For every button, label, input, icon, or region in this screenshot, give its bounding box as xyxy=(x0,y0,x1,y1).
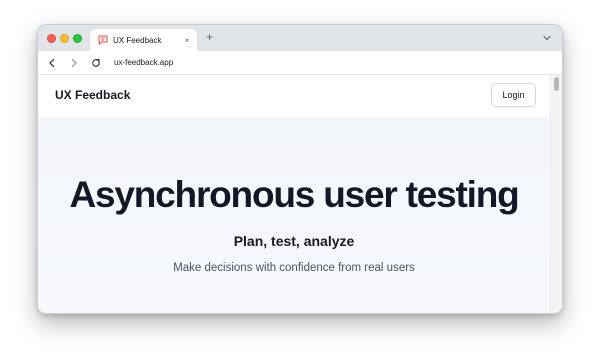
page-viewport: UX Feedback Login Asynchronous user test… xyxy=(38,75,562,313)
scrollbar-thumb[interactable] xyxy=(554,77,559,91)
page-scrollbar[interactable] xyxy=(550,75,562,313)
hero-subtitle: Plan, test, analyze xyxy=(233,233,355,249)
back-arrow-icon[interactable] xyxy=(46,57,58,69)
hero-section: Asynchronous user testing Plan, test, an… xyxy=(38,117,550,313)
login-button[interactable]: Login xyxy=(491,83,536,107)
site-header: UX Feedback Login xyxy=(38,75,550,117)
reload-icon[interactable] xyxy=(90,57,102,69)
maximize-window-button[interactable] xyxy=(73,34,82,43)
browser-toolbar: ux-feedback.app xyxy=(38,51,562,75)
browser-window: UX Feedback × + ux-feedback.app UX Feedb… xyxy=(37,24,563,314)
ux-feedback-logo-icon xyxy=(98,35,108,45)
tab-ux-feedback[interactable]: UX Feedback × xyxy=(90,29,197,51)
hero-tagline: Make decisions with confidence from real… xyxy=(173,262,415,274)
new-tab-button[interactable]: + xyxy=(206,30,213,44)
close-tab-icon[interactable]: × xyxy=(181,36,193,45)
site-brand[interactable]: UX Feedback xyxy=(55,88,130,102)
tab-strip: UX Feedback × + xyxy=(38,25,562,51)
chevron-down-icon[interactable] xyxy=(542,33,552,43)
close-window-button[interactable] xyxy=(47,34,56,43)
address-bar[interactable]: ux-feedback.app xyxy=(114,58,173,67)
minimize-window-button[interactable] xyxy=(60,34,69,43)
tab-title: UX Feedback xyxy=(113,35,162,45)
hero-title: Asynchronous user testing xyxy=(69,174,519,215)
forward-arrow-icon[interactable] xyxy=(68,57,80,69)
